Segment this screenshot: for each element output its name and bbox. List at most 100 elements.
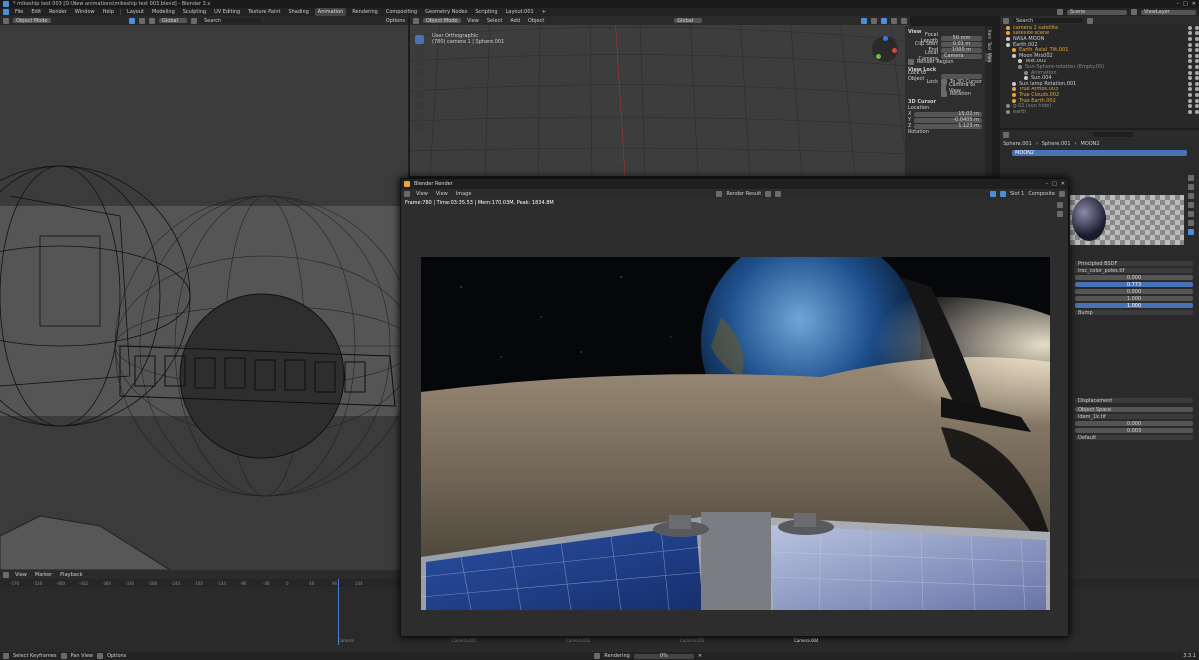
image-editor-type-icon[interactable]	[404, 190, 410, 197]
tab-sculpting[interactable]: Sculpting	[181, 8, 208, 16]
default-field[interactable]: Default	[1075, 435, 1193, 441]
render-result-field[interactable]: Render Result	[726, 191, 761, 197]
scene-props-icon[interactable]	[1188, 193, 1194, 199]
outliner-search-input[interactable]: Search	[1013, 18, 1083, 24]
render-camera-icon[interactable]	[1195, 25, 1199, 30]
menu-render[interactable]: Render	[47, 8, 69, 16]
render-camera-icon[interactable]	[1195, 59, 1199, 64]
visibility-eye-icon[interactable]	[1188, 76, 1192, 81]
render-camera-icon[interactable]	[1195, 104, 1199, 109]
shading-rendered-icon[interactable]	[901, 17, 907, 24]
space-field[interactable]: Object Space	[1075, 407, 1193, 413]
scale-tool-icon[interactable]	[415, 79, 424, 88]
visibility-eye-icon[interactable]	[1188, 42, 1192, 47]
property-value-field[interactable]: 1.000	[1075, 296, 1193, 302]
blender-menu-icon[interactable]	[3, 9, 9, 15]
properties-type-icon[interactable]	[1003, 131, 1009, 138]
focal-length-field[interactable]: 50 mm	[941, 35, 982, 41]
cursor-x-field[interactable]: 15.02 m	[914, 111, 982, 117]
tab-modeling[interactable]: Modeling	[150, 8, 177, 16]
timeline-marker[interactable]: Camera.001	[452, 638, 477, 643]
timeline-marker[interactable]: Camera.004	[794, 638, 819, 643]
clip-end-field[interactable]: 1000 m	[941, 47, 982, 53]
playhead[interactable]	[338, 579, 339, 645]
close-icon[interactable]: ✕	[1192, 1, 1196, 7]
left-viewport[interactable]: Object Mode Global Search Options	[0, 16, 408, 570]
visibility-eye-icon[interactable]	[1188, 64, 1192, 69]
image-browse-icon[interactable]	[716, 190, 723, 197]
timeline-marker[interactable]: Camera.003	[680, 638, 705, 643]
rotate-tool-icon[interactable]	[415, 68, 424, 77]
render-camera-icon[interactable]	[1195, 42, 1199, 47]
render-maximize-icon[interactable]: □	[1052, 181, 1057, 187]
move-tool-icon[interactable]	[415, 57, 424, 66]
gizmo-y-icon[interactable]	[876, 54, 881, 59]
render-camera-icon[interactable]	[1195, 53, 1199, 58]
tab-layout[interactable]: Layout	[125, 8, 146, 16]
render-minimize-icon[interactable]: –	[1046, 181, 1049, 187]
material-slot[interactable]: MOON2	[1012, 150, 1187, 156]
navigation-gizmo[interactable]	[872, 36, 898, 62]
render-props-icon[interactable]	[1188, 175, 1194, 181]
menu-file[interactable]: File	[13, 8, 25, 16]
displacement-field[interactable]: Displacement	[1075, 398, 1193, 404]
property-value-field[interactable]: 0.000	[1075, 275, 1193, 281]
menu-edit[interactable]: Edit	[29, 8, 43, 16]
tab-geometry-nodes[interactable]: Geometry Nodes	[423, 8, 469, 16]
tab-item[interactable]: Item	[985, 30, 992, 39]
visibility-eye-icon[interactable]	[1188, 48, 1192, 53]
midlevel-field[interactable]: 0.000	[1075, 421, 1193, 427]
render-camera-icon[interactable]	[1195, 98, 1199, 103]
menu-help[interactable]: Help	[101, 8, 116, 16]
hand-pan-icon[interactable]	[1057, 211, 1063, 217]
select-tool-icon[interactable]	[415, 35, 424, 44]
visibility-eye-icon[interactable]	[1188, 98, 1192, 103]
render-camera-icon[interactable]	[1195, 92, 1199, 97]
left-mode-selector[interactable]: Object Mode	[13, 18, 51, 24]
annotate-tool-icon[interactable]	[415, 101, 424, 110]
cancel-render-icon[interactable]: ✕	[698, 653, 702, 659]
image-pin-icon[interactable]	[765, 190, 772, 197]
render-camera-icon[interactable]	[1195, 70, 1199, 75]
modifier-props-icon[interactable]	[1188, 220, 1194, 226]
scale-field[interactable]: 0.003	[1075, 428, 1193, 434]
visibility-eye-icon[interactable]	[1188, 25, 1192, 30]
timeline-marker[interactable]: Camera	[338, 638, 354, 643]
shading-material-icon[interactable]	[891, 17, 897, 24]
visibility-eye-icon[interactable]	[1188, 31, 1192, 36]
pass-selector[interactable]: Composite	[1028, 191, 1055, 197]
world-props-icon[interactable]	[1188, 202, 1194, 208]
visibility-eye-icon[interactable]	[1188, 92, 1192, 97]
tab-layout-001[interactable]: Layout.001	[504, 8, 536, 16]
property-value-field[interactable]: 0.000	[1075, 289, 1193, 295]
top-mode-selector[interactable]: Object Mode	[423, 18, 461, 24]
top-menu-object[interactable]: Object	[526, 17, 546, 25]
render-camera-icon[interactable]	[1195, 109, 1199, 114]
top-menu-add[interactable]: Add	[508, 17, 522, 25]
material-props-icon[interactable]	[1188, 229, 1194, 235]
rotate-icon[interactable]	[139, 17, 145, 24]
render-camera-icon[interactable]	[1195, 64, 1199, 69]
visibility-eye-icon[interactable]	[1188, 104, 1192, 109]
cursor-z-field[interactable]: 1.123 m	[914, 123, 982, 129]
add-workspace-button[interactable]: +	[540, 8, 548, 16]
visibility-eye-icon[interactable]	[1188, 81, 1192, 86]
timeline-menu-marker[interactable]: Marker	[33, 571, 54, 579]
timeline-menu-view[interactable]: View	[13, 571, 29, 579]
measure-tool-icon[interactable]	[415, 112, 424, 121]
render-camera-icon[interactable]	[1195, 76, 1199, 81]
outliner-item[interactable]: earth	[1000, 109, 1199, 115]
normal-field[interactable]: Bump	[1075, 310, 1193, 316]
render-camera-icon[interactable]	[1195, 36, 1199, 41]
left-options-button[interactable]: Options	[386, 18, 405, 24]
lock-rotation-checkbox[interactable]	[941, 91, 947, 97]
timeline-type-icon[interactable]	[3, 571, 9, 578]
display-channels-icon[interactable]	[1059, 190, 1065, 197]
snap-icon[interactable]	[191, 17, 197, 24]
tab-animation[interactable]: Animation	[314, 8, 347, 16]
lock-object-field[interactable]	[941, 73, 982, 79]
gizmo-toggle-icon[interactable]	[989, 190, 996, 197]
gizmo-x-icon[interactable]	[892, 48, 897, 53]
move-icon[interactable]	[129, 17, 135, 24]
render-region-checkbox[interactable]	[908, 59, 914, 65]
